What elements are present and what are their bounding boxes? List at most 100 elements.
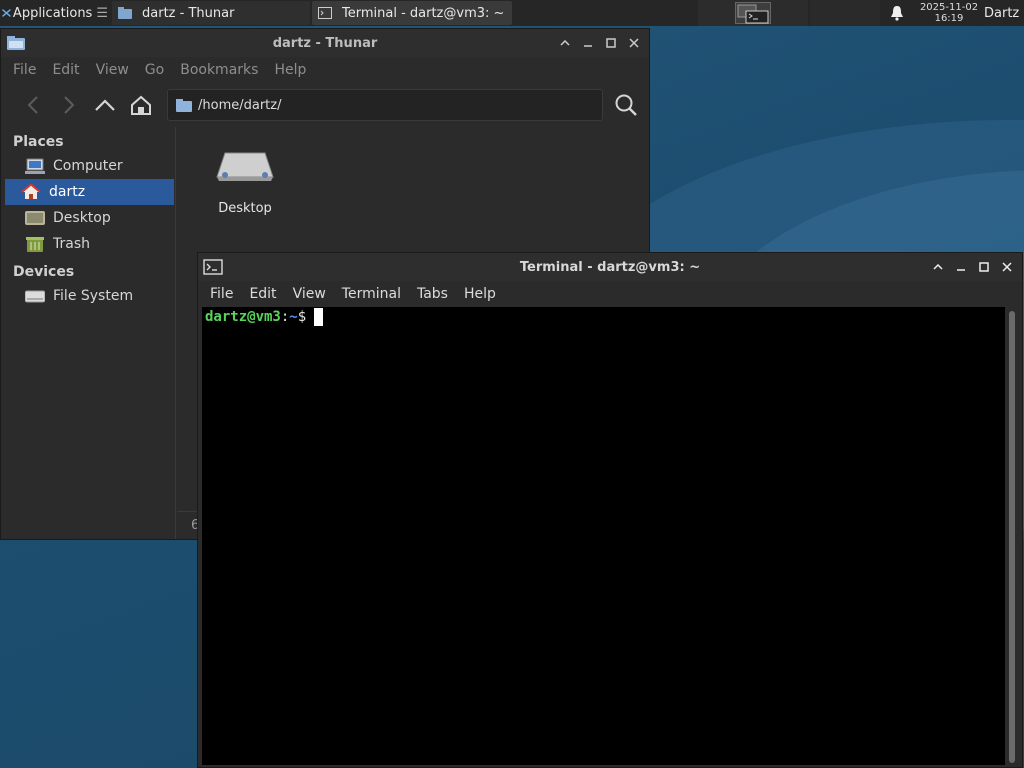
prompt-colon: : bbox=[280, 309, 290, 325]
sidebar-item-file-system[interactable]: File System bbox=[5, 283, 174, 309]
terminal-window: Terminal - dartz@vm3: ~ File Edit View T… bbox=[197, 252, 1023, 768]
user-menu[interactable]: Dartz bbox=[984, 6, 1024, 21]
prompt-user: dartz@vm3 bbox=[205, 309, 281, 325]
window-title: Terminal - dartz@vm3: ~ bbox=[519, 259, 701, 275]
forward-button[interactable] bbox=[51, 90, 87, 120]
prompt-directory: ~ bbox=[289, 309, 298, 325]
close-icon bbox=[628, 38, 639, 48]
location-path: /home/dartz/ bbox=[198, 97, 282, 113]
devices-heading: Devices bbox=[13, 264, 75, 280]
applications-label: Applications bbox=[12, 5, 93, 21]
sidebar-item-desktop[interactable]: Desktop bbox=[5, 205, 174, 231]
terminal-titlebar[interactable]: Terminal - dartz@vm3: ~ bbox=[198, 253, 1022, 281]
taskbar-item-terminal[interactable]: Terminal - dartz@vm3: ~ bbox=[312, 1, 512, 25]
clock[interactable]: 2025-11-02 16:19 bbox=[914, 2, 984, 24]
chevron-up-icon bbox=[932, 264, 943, 270]
menu-help[interactable]: Help bbox=[266, 62, 314, 78]
chevron-up-icon bbox=[95, 99, 115, 111]
folder-icon bbox=[176, 98, 192, 112]
scrollbar-thumb[interactable] bbox=[1009, 311, 1015, 763]
thunar-toolbar: /home/dartz/ bbox=[1, 83, 649, 127]
applications-menu-button[interactable]: Applications ☰ bbox=[0, 0, 110, 26]
shade-button[interactable] bbox=[926, 257, 949, 277]
chevron-left-icon bbox=[27, 96, 38, 114]
chevron-right-icon bbox=[64, 96, 75, 114]
file-item-desktop[interactable]: Desktop bbox=[213, 147, 277, 216]
file-item-label: Desktop bbox=[218, 201, 272, 216]
search-icon bbox=[615, 94, 637, 116]
workspace-window-preview-icon bbox=[737, 4, 769, 24]
home-icon bbox=[21, 184, 41, 199]
text-cursor bbox=[314, 308, 324, 326]
folder-icon bbox=[118, 7, 132, 19]
terminal-scrollbar[interactable] bbox=[1006, 307, 1020, 765]
minimize-button[interactable] bbox=[576, 33, 599, 53]
home-button[interactable] bbox=[123, 90, 159, 120]
menu-edit[interactable]: Edit bbox=[44, 62, 87, 78]
sidebar-item-computer[interactable]: Computer bbox=[5, 153, 174, 179]
bell-icon bbox=[891, 6, 903, 21]
panel-empty-slot bbox=[810, 0, 880, 26]
menu-file[interactable]: File bbox=[202, 286, 241, 302]
clock-date: 2025-11-02 bbox=[919, 2, 979, 13]
clock-time: 16:19 bbox=[934, 13, 964, 24]
maximize-icon bbox=[605, 38, 616, 48]
maximize-button[interactable] bbox=[599, 33, 622, 53]
menu-terminal[interactable]: Terminal bbox=[334, 286, 409, 302]
file-manager-icon bbox=[7, 36, 25, 50]
xfce-logo-icon bbox=[2, 9, 11, 17]
menu-view[interactable]: View bbox=[285, 286, 334, 302]
sidebar-item-trash[interactable]: Trash bbox=[5, 231, 174, 257]
parent-folder-button[interactable] bbox=[87, 90, 123, 120]
menu-go[interactable]: Go bbox=[137, 62, 172, 78]
taskbar-item-thunar[interactable]: dartz - Thunar bbox=[112, 1, 310, 25]
desktop-folder-icon bbox=[25, 211, 45, 225]
menu-edit[interactable]: Edit bbox=[241, 286, 284, 302]
minimize-icon bbox=[583, 45, 592, 47]
trash-icon bbox=[26, 237, 44, 252]
minimize-button[interactable] bbox=[949, 257, 972, 277]
notifications-button[interactable] bbox=[880, 5, 914, 21]
taskbar-item-label: dartz - Thunar bbox=[142, 5, 235, 21]
close-button[interactable] bbox=[995, 257, 1018, 277]
computer-icon bbox=[25, 158, 45, 174]
shade-button[interactable] bbox=[553, 33, 576, 53]
terminal-menubar: File Edit View Terminal Tabs Help bbox=[198, 281, 1022, 307]
sidebar-item-home[interactable]: dartz bbox=[5, 179, 174, 205]
taskbar-item-label: Terminal - dartz@vm3: ~ bbox=[342, 5, 505, 21]
shell-prompt: dartz@vm3: ~ $ bbox=[205, 307, 1002, 327]
maximize-icon bbox=[978, 262, 989, 272]
thunar-sidebar: Places Computer dartz Desktop Trash Devi… bbox=[1, 127, 176, 539]
search-button[interactable] bbox=[611, 90, 641, 120]
workspace-1[interactable] bbox=[735, 2, 771, 24]
sidebar-item-label: dartz bbox=[49, 184, 86, 200]
menu-view[interactable]: View bbox=[88, 62, 137, 78]
chevron-up-icon bbox=[559, 40, 570, 46]
home-icon bbox=[131, 95, 151, 115]
terminal-icon bbox=[318, 7, 332, 19]
menu-help[interactable]: Help bbox=[456, 286, 504, 302]
prompt-dollar: $ bbox=[297, 309, 307, 325]
sidebar-item-label: Trash bbox=[53, 236, 90, 252]
menu-file[interactable]: File bbox=[5, 62, 44, 78]
minimize-icon bbox=[956, 269, 965, 271]
applications-arrow-icon: ☰ bbox=[96, 5, 108, 21]
menu-tabs[interactable]: Tabs bbox=[409, 286, 456, 302]
terminal-output[interactable]: dartz@vm3: ~ $ bbox=[202, 307, 1005, 765]
window-title: dartz - Thunar bbox=[272, 35, 378, 51]
terminal-icon bbox=[203, 259, 223, 275]
location-bar[interactable]: /home/dartz/ bbox=[167, 89, 603, 121]
menu-bookmarks[interactable]: Bookmarks bbox=[172, 62, 266, 78]
workspace-switcher[interactable] bbox=[698, 0, 808, 26]
sidebar-item-label: Computer bbox=[53, 158, 123, 174]
thunar-titlebar[interactable]: dartz - Thunar bbox=[1, 29, 649, 57]
drive-icon bbox=[25, 290, 45, 303]
desktop-icon bbox=[216, 152, 274, 181]
sidebar-item-label: File System bbox=[53, 288, 134, 304]
top-panel: Applications ☰ dartz - Thunar Terminal -… bbox=[0, 0, 1024, 26]
close-button[interactable] bbox=[622, 33, 645, 53]
maximize-button[interactable] bbox=[972, 257, 995, 277]
places-heading: Places bbox=[13, 134, 64, 150]
thunar-menubar: File Edit View Go Bookmarks Help bbox=[1, 57, 649, 83]
back-button[interactable] bbox=[15, 90, 51, 120]
